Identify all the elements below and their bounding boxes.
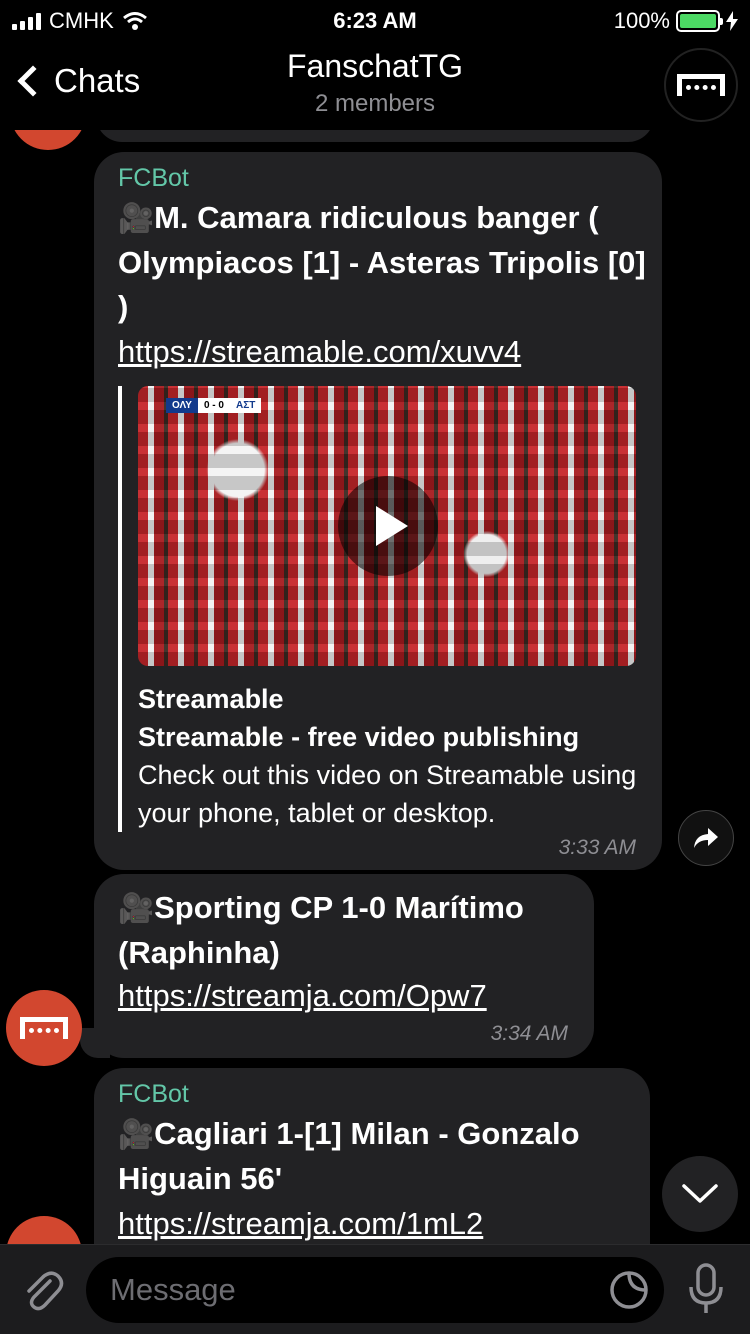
navigation-bar: Chats FanschatTG 2 members (0, 40, 750, 130)
status-bar: CMHK 6:23 AM 100% (0, 0, 750, 40)
message-text: 🎥M. Camara ridiculous banger ( Olympiaco… (118, 200, 646, 324)
message-link[interactable]: https://streamable.com/xuvv4 (118, 330, 521, 374)
preview-description: Check out this video on Streamable using… (138, 760, 637, 828)
message-time: 3:34 AM (490, 1022, 568, 1045)
message-bubble[interactable]: 🎥Sporting CP 1-0 Marítimo (Raphinha) htt… (94, 874, 594, 1058)
video-camera-icon: 🎥 (118, 1119, 155, 1151)
message-bubble[interactable]: FCBot 🎥M. Camara ridiculous banger ( Oly… (94, 152, 662, 870)
sender-name[interactable]: FCBot (118, 164, 189, 193)
video-camera-icon: 🎥 (118, 893, 155, 925)
message-time: 3:33 AM (558, 836, 636, 859)
message-text: 🎥Sporting CP 1-0 Marítimo (Raphinha) (118, 890, 524, 970)
preview-title: Streamable - free video publishing (138, 722, 580, 752)
sender-avatar[interactable] (10, 130, 86, 150)
chevron-down-icon (682, 1184, 718, 1203)
video-camera-icon: 🎥 (118, 203, 155, 235)
forward-button[interactable] (678, 810, 734, 866)
message-text: 🎥Cagliari 1-[1] Milan - Gonzalo Higuain … (118, 1116, 580, 1196)
goal-icon (677, 74, 725, 96)
message-link[interactable]: https://streamja.com/1mL2 (118, 1202, 483, 1244)
battery-percent: 100% (613, 8, 670, 33)
bubble-tail (80, 1028, 110, 1058)
message-bubble[interactable]: FCBot 🎥Cagliari 1-[1] Milan - Gonzalo Hi… (94, 1068, 650, 1244)
play-icon[interactable] (338, 476, 438, 576)
chat-title[interactable]: FanschatTG (0, 48, 750, 85)
preview-site-name: Streamable (138, 684, 284, 714)
message-field[interactable] (86, 1257, 664, 1323)
forward-arrow-icon (694, 828, 718, 848)
sender-name[interactable]: FCBot (118, 1080, 189, 1109)
message-bubble-partial[interactable] (96, 130, 654, 142)
battery-icon (676, 10, 723, 32)
sender-avatar[interactable] (6, 1216, 82, 1244)
video-thumbnail[interactable]: ΟΛΥ 0 - 0 ΑΣΤ (138, 386, 636, 666)
charging-bolt-icon (726, 11, 738, 31)
message-input[interactable] (110, 1257, 590, 1323)
message-list[interactable]: FCBot 🎥M. Camara ridiculous banger ( Oly… (0, 130, 750, 1244)
message-link[interactable]: https://streamja.com/Opw7 (118, 974, 487, 1018)
attach-icon[interactable] (20, 1267, 66, 1313)
member-count: 2 members (314, 90, 436, 117)
message-input-bar (0, 1244, 750, 1334)
sender-avatar[interactable] (6, 990, 82, 1066)
group-avatar[interactable] (664, 48, 738, 122)
link-preview[interactable]: ΟΛΥ 0 - 0 ΑΣΤ Streamable Streamable - fr… (118, 386, 638, 832)
microphone-icon[interactable] (688, 1263, 724, 1317)
sticker-icon[interactable] (608, 1269, 650, 1311)
goal-icon (20, 1017, 68, 1039)
scroll-to-bottom-button[interactable] (662, 1156, 738, 1232)
scoreboard-overlay: ΟΛΥ 0 - 0 ΑΣΤ (166, 398, 262, 413)
